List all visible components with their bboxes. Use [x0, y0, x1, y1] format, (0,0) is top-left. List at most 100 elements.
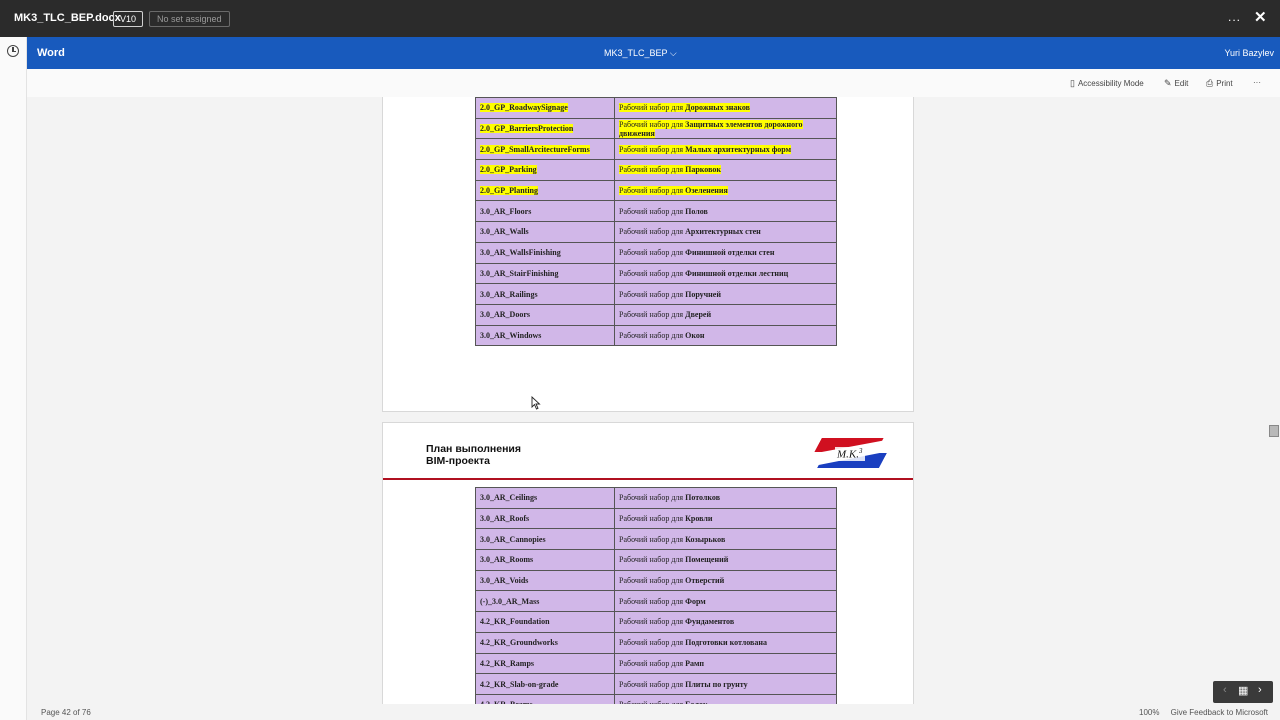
workset-name-cell: 3.0_AR_Rooms — [475, 549, 615, 571]
edit-label: Edit — [1174, 79, 1189, 88]
table-row: 4.2_KR_BeamsРабочий набор для Балок — [475, 693, 837, 704]
table-row: 3.0_AR_Walls Рабочий набор для Архитектур… — [475, 221, 837, 243]
workset-name-cell: (-)_3.0_AR_Mass — [475, 590, 615, 613]
workset-description: Рабочий набор для Дорожных знаков — [619, 103, 750, 113]
workset-description: Рабочий набор для Финишной отделки стен — [619, 248, 774, 257]
workset-description-prefix: Рабочий набор для — [619, 310, 684, 320]
workset-name-cell: 4.2_KR_Beams — [475, 693, 615, 704]
workset-description-text: Дорожных знаков — [685, 103, 750, 113]
workset-description: Рабочий набор для Озеленения — [619, 186, 728, 196]
workset-name: 4.2_KR_Slab-on-grade — [480, 679, 559, 689]
workset-description-cell: Рабочий набор для Подготовки котлована — [614, 631, 837, 654]
workset-description-text: Кровли — [685, 514, 713, 524]
workset-description-cell: Рабочий набор для Отверстий — [614, 569, 837, 592]
workset-name: 3.0_AR_Walls — [480, 227, 529, 237]
table-row: 3.0_AR_Windows Рабочий набор для Окон — [475, 324, 837, 347]
workset-description-cell: Рабочий набор для Форм — [614, 590, 837, 613]
workset-description-prefix: Рабочий набор для — [619, 679, 684, 689]
set-assignment-button[interactable]: No set assigned — [149, 11, 230, 27]
workset-description: Рабочий набор для Потолков — [619, 493, 720, 502]
status-bar: Page 42 of 76 100% Give Feedback to Micr… — [27, 704, 1280, 720]
workset-description-prefix: Рабочий набор для — [619, 617, 684, 627]
workset-description-text: Рамп — [685, 658, 705, 668]
workset-description-cell: Рабочий набор для Финишной отделки лестн… — [614, 262, 837, 285]
workset-description-prefix: Рабочий набор для — [619, 289, 684, 299]
workset-description: Рабочий набор для Финишной отделки лестн… — [619, 269, 788, 278]
workset-description-text: Помещений — [685, 555, 729, 565]
table-row: 4.2_KR_Slab-on-grade Рабочий набор для Пл… — [475, 673, 837, 695]
workset-description: Рабочий набор для Кровли — [619, 514, 712, 523]
workset-description-cell: Рабочий набор для Балок — [614, 693, 837, 704]
workset-description-cell: Рабочий набор для Архитектурных стен — [614, 221, 837, 243]
workset-description-text: Фундаментов — [685, 617, 735, 627]
workset-name-cell: 3.0_AR_Voids — [475, 569, 615, 592]
workset-name: 2.0_GP_SmallArcitectureForms — [480, 144, 590, 154]
workset-name: 2.0_GP_Parking — [480, 165, 537, 175]
document-title-dropdown[interactable]: MK3_TLC_BEP ⌵ — [604, 48, 677, 59]
table-row: 4.2_KR_Foundation Рабочий набор для Фунда… — [475, 611, 837, 633]
workset-description-cell: Рабочий набор для Потолков — [614, 487, 837, 509]
close-button[interactable]: ✕ — [1254, 8, 1267, 26]
workset-description-cell: Рабочий набор для Полов — [614, 200, 837, 223]
workset-name-cell: 2.0_GP_BarriersProtection — [475, 117, 615, 140]
workset-name: 3.0_AR_Doors — [480, 310, 530, 320]
workset-name-cell: 2.0_GP_RoadwaySignage — [475, 97, 615, 119]
workset-name-cell: 2.0_GP_Planting — [475, 179, 615, 202]
workset-description: Рабочий набор для Отверстий — [619, 576, 724, 585]
workset-description-prefix: Рабочий набор для — [619, 206, 684, 216]
workset-description-cell: Рабочий набор для Парковок — [614, 159, 837, 181]
command-more-button[interactable]: ··· — [1253, 78, 1261, 87]
workset-description-prefix: Рабочий набор для — [619, 514, 684, 524]
workset-description-cell: Рабочий набор для Плиты по грунту — [614, 673, 837, 695]
workset-description-prefix: Рабочий набор для — [619, 596, 684, 606]
thumbnails-grid-button[interactable]: ▦ — [1238, 684, 1248, 697]
app-name[interactable]: Word — [37, 47, 65, 59]
workset-name: 3.0_AR_Floors — [480, 206, 532, 216]
workset-description-cell: Рабочий набор для Дверей — [614, 303, 837, 326]
accessibility-mode-button[interactable]: ▯ Accessibility Mode — [1070, 78, 1144, 89]
logo-superscript: 3 — [859, 447, 863, 455]
print-button[interactable]: ⎙ Print — [1206, 78, 1233, 89]
workset-description-prefix: Рабочий набор для — [619, 493, 684, 503]
workset-description: Рабочий набор для Окон — [619, 331, 704, 340]
workset-description-prefix: Рабочий набор для — [619, 576, 684, 586]
scrollbar-thumb[interactable] — [1269, 425, 1279, 437]
workset-description: Рабочий набор для Козырьков — [619, 535, 725, 544]
workset-description: Рабочий набор для Защитных элементов дор… — [619, 119, 803, 138]
zoom-level[interactable]: 100% — [1139, 708, 1159, 717]
table-row: 2.0_GP_BarriersProtection Рабочий набор д… — [475, 117, 837, 140]
page-counter: Page 42 of 76 — [41, 708, 91, 717]
version-badge[interactable]: V10 — [113, 11, 144, 27]
workset-description-cell: Рабочий набор для Поручней — [614, 283, 837, 305]
workset-description: Рабочий набор для Фундаментов — [619, 617, 734, 626]
workset-description-cell: Рабочий набор для Финишной отделки стен — [614, 241, 837, 264]
workset-description: Рабочий набор для Малых архитектурных фо… — [619, 144, 792, 154]
worksets-table: 2.0_GP_RoadwaySignage Рабочий набор для Д… — [475, 97, 837, 347]
worksets-table: 3.0_AR_Ceilings Рабочий набор для Потолко… — [475, 487, 837, 704]
workset-description-text: Парковок — [685, 165, 721, 175]
workset-description-prefix: Рабочий набор для — [619, 330, 684, 340]
workset-description-cell: Рабочий набор для Кровли — [614, 507, 837, 530]
workset-name-cell: 3.0_AR_Floors — [475, 200, 615, 223]
document-icon: ▯ — [1070, 78, 1075, 88]
workset-description-prefix: Рабочий набор для — [619, 186, 684, 196]
workset-description-cell: Рабочий набор для Козырьков — [614, 528, 837, 551]
workset-name: 4.2_KR_Foundation — [480, 617, 550, 627]
workset-description: Рабочий набор для Архитектурных стен — [619, 227, 761, 236]
history-clock-icon[interactable] — [7, 45, 19, 57]
document-page: 2.0_GP_RoadwaySignage Рабочий набор для Д… — [382, 97, 914, 412]
give-feedback-link[interactable]: Give Feedback to Microsoft — [1171, 708, 1268, 717]
previous-page-button[interactable]: ‹ — [1223, 684, 1227, 696]
workset-name-cell: 2.0_GP_SmallArcitectureForms — [475, 138, 615, 161]
user-name[interactable]: Yuri Bazylev — [1224, 48, 1274, 58]
workset-description-text: Козырьков — [685, 534, 726, 544]
document-canvas[interactable]: 2.0_GP_RoadwaySignage Рабочий набор для Д… — [27, 97, 1280, 704]
workset-description-prefix: Рабочий набор для — [619, 534, 684, 544]
more-options-button[interactable]: ... — [1228, 10, 1241, 24]
edit-button[interactable]: ✎ Edit — [1164, 78, 1188, 89]
next-page-button[interactable]: › — [1258, 684, 1262, 696]
workset-name-cell: 3.0_AR_WallsFinishing — [475, 241, 615, 264]
header-title-line: План выполнения — [426, 443, 522, 455]
print-label: Print — [1216, 79, 1233, 88]
workset-description-text: Потолков — [685, 493, 721, 503]
